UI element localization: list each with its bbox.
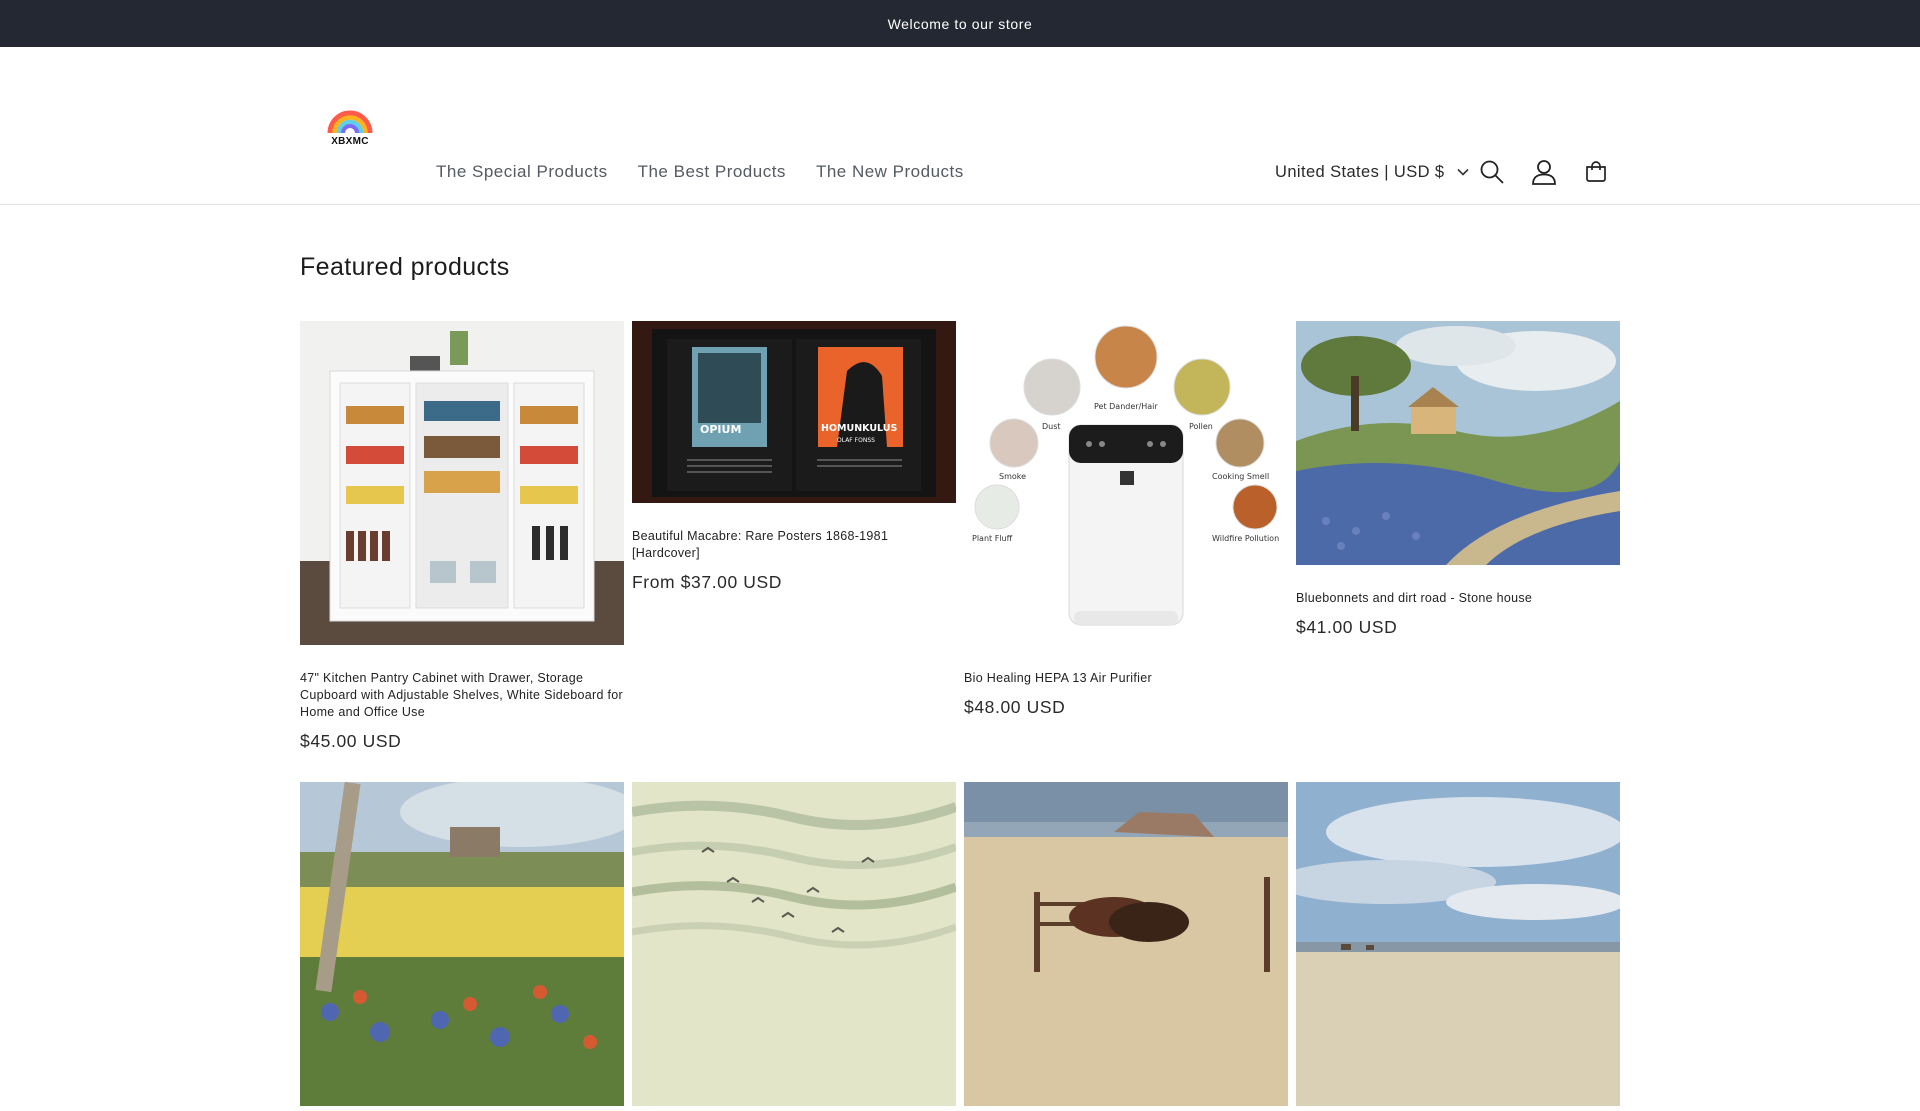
product-title[interactable]: Bio Healing HEPA 13 Air Purifier — [964, 670, 1288, 687]
product-image-pantry-cabinet[interactable] — [300, 321, 624, 650]
product-image-fence-wildflowers-painting[interactable] — [300, 782, 624, 1111]
poster-olaf-fonss-text: OLAF FONSS — [837, 437, 875, 444]
store-logo[interactable]: XBXMC — [322, 101, 378, 149]
country-selector-label: United States | USD $ — [1275, 163, 1445, 181]
product-card[interactable]: Bluebonnets and dirt road - Stone house … — [1296, 321, 1620, 752]
poster-opium-text: OPIUM — [700, 423, 741, 436]
product-image-landscape-sky-painting[interactable] — [1296, 782, 1620, 1111]
country-selector[interactable]: United States | USD $ — [1275, 160, 1469, 184]
product-price: $48.00 USD — [964, 697, 1066, 717]
logo-text: XBXMC — [331, 136, 369, 147]
header-icons — [1478, 158, 1610, 186]
nav-special-products[interactable]: The Special Products — [436, 160, 608, 184]
poster-homunkulus-text: HOMUNKULUS — [821, 423, 897, 434]
product-image-bluebonnets-painting[interactable] — [1296, 321, 1620, 570]
product-image-horses-painting[interactable] — [964, 782, 1288, 1111]
product-card[interactable] — [964, 782, 1288, 1111]
product-price: From $37.00 USD — [632, 572, 783, 592]
cart-icon — [1586, 161, 1606, 182]
site-header: XBXMC The Special Products The Best Prod… — [0, 47, 1920, 205]
cart-button[interactable] — [1582, 158, 1610, 186]
product-card[interactable] — [300, 782, 624, 1111]
product-card[interactable]: 47" Kitchen Pantry Cabinet with Drawer, … — [300, 321, 624, 752]
announcement-bar: Welcome to our store — [0, 0, 1920, 47]
product-card[interactable] — [1296, 782, 1620, 1111]
product-title[interactable]: Bluebonnets and dirt road - Stone house — [1296, 590, 1620, 607]
product-price: $41.00 USD — [1296, 617, 1398, 637]
featured-products-title: Featured products — [300, 253, 510, 281]
label-cooking-smell: Cooking Smell — [1212, 472, 1269, 481]
label-smoke: Smoke — [999, 472, 1026, 481]
product-card[interactable]: OPIUM HOMUNKULUS OLAF FONSS Beautiful Ma… — [632, 321, 956, 752]
nav-best-products[interactable]: The Best Products — [638, 160, 786, 184]
account-button[interactable] — [1530, 158, 1558, 186]
product-image-posters-book[interactable]: OPIUM HOMUNKULUS OLAF FONSS — [632, 321, 956, 508]
chevron-down-icon — [1456, 168, 1469, 176]
product-title[interactable]: 47" Kitchen Pantry Cabinet with Drawer, … — [300, 670, 624, 721]
account-icon — [1532, 160, 1556, 185]
search-icon — [1480, 160, 1504, 184]
product-price: $45.00 USD — [300, 731, 402, 751]
product-image-air-purifier[interactable]: Pet Dander/Hair Dust Pollen Smoke Cookin… — [964, 321, 1288, 650]
label-wildfire-pollution: Wildfire Pollution — [1212, 534, 1279, 543]
label-pet-dander: Pet Dander/Hair — [1094, 402, 1158, 411]
product-title[interactable]: Beautiful Macabre: Rare Posters 1868-198… — [632, 528, 956, 562]
label-pollen: Pollen — [1189, 422, 1213, 431]
product-card[interactable] — [632, 782, 956, 1111]
product-image-seagulls-painting[interactable] — [632, 782, 956, 1111]
label-dust: Dust — [1042, 422, 1061, 431]
main-nav: The Special Products The Best Products T… — [436, 160, 964, 184]
rainbow-logo-icon — [327, 110, 373, 134]
nav-new-products[interactable]: The New Products — [816, 160, 964, 184]
label-plant-fluff: Plant Fluff — [972, 534, 1013, 543]
product-card[interactable]: Pet Dander/Hair Dust Pollen Smoke Cookin… — [964, 321, 1288, 752]
announcement-text: Welcome to our store — [887, 15, 1033, 32]
search-button[interactable] — [1478, 158, 1506, 186]
